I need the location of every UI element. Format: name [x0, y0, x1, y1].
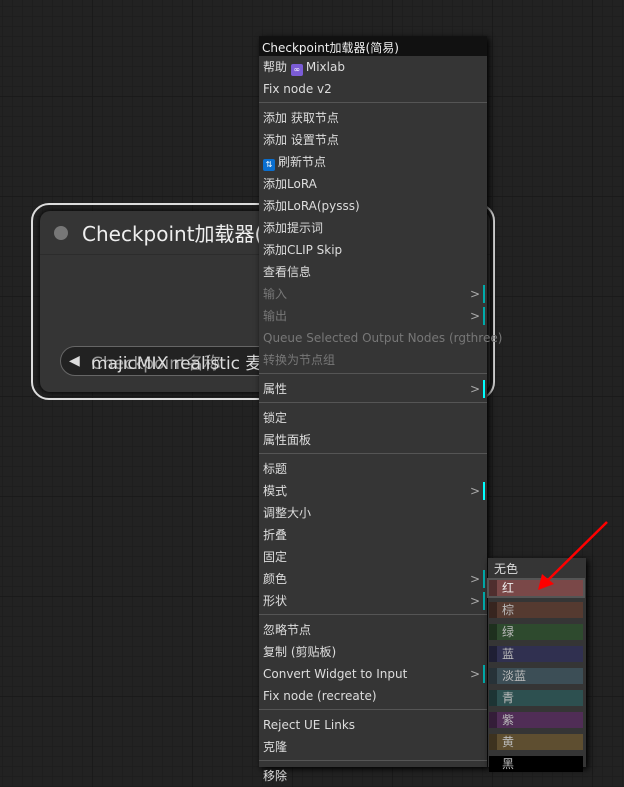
- menu-item-label: 移除: [263, 769, 288, 783]
- menu-item[interactable]: 移除: [259, 765, 487, 787]
- red-arrow-annotation: [538, 521, 608, 590]
